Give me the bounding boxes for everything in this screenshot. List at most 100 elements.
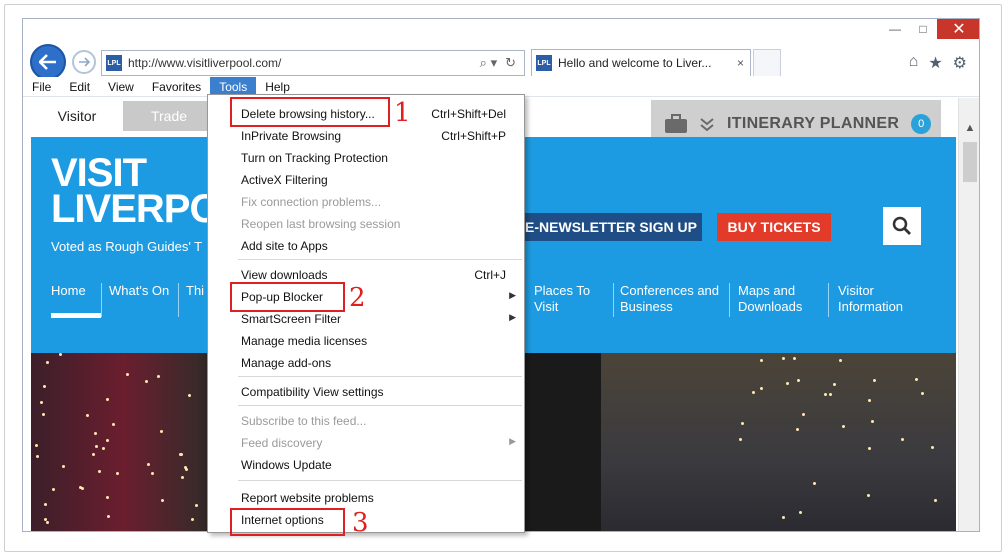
menu-subscribe-feed: Subscribe to this feed... [208, 410, 524, 432]
menu-tracking-protection[interactable]: Turn on Tracking Protection [208, 147, 524, 169]
light-dot [86, 413, 90, 417]
forward-button[interactable] [72, 50, 96, 74]
menu-separator [238, 405, 522, 406]
light-dot [34, 444, 38, 448]
site-logo[interactable]: VISIT LIVERPO [51, 153, 221, 229]
light-dot [95, 444, 99, 448]
light-dot [185, 468, 189, 472]
nav-maps[interactable]: Maps and Downloads [738, 283, 802, 315]
nav-active-indicator [51, 313, 101, 318]
nav-places-line2: Visit [534, 299, 559, 314]
nav-divider [101, 283, 102, 317]
light-dot [868, 398, 871, 402]
gear-icon[interactable]: ⚙ [953, 53, 967, 73]
callout-number-3: 3 [352, 508, 369, 538]
menu-item-label: Windows Update [241, 458, 332, 472]
menu-reopen-session: Reopen last browsing session [208, 213, 524, 235]
browser-tab[interactable]: LPL Hello and welcome to Liver... × [531, 49, 751, 76]
itinerary-label: ITINERARY PLANNER [727, 114, 900, 132]
menu-windows-update[interactable]: Windows Update [208, 454, 524, 476]
menu-fix-connection: Fix connection problems... [208, 191, 524, 213]
chrome-icons: ⌂ ★ ⚙ [909, 53, 967, 73]
minimize-button[interactable]: — [881, 19, 909, 39]
light-dot [106, 439, 110, 443]
tab-close-icon[interactable]: × [737, 56, 744, 70]
light-dot [115, 472, 119, 476]
address-bar[interactable]: LPL http://www.visitliverpool.com/ ⌕ ▾ ↻ [101, 50, 525, 76]
light-dot [871, 419, 875, 423]
light-dot [105, 397, 109, 401]
light-dot [106, 515, 110, 519]
callout-box-3 [230, 508, 345, 536]
light-dot [97, 469, 101, 473]
tab-trade[interactable]: Trade [123, 101, 215, 131]
menu-favorites[interactable]: Favorites [143, 77, 210, 97]
light-dot [39, 400, 43, 404]
search-dropdown-icon[interactable]: ⌕ ▾ [480, 55, 497, 71]
browser-titlebar: — □ ✕ LPL http://www.visitliverpool.com/… [23, 19, 979, 80]
light-dot [190, 517, 194, 521]
nav-places-to-visit[interactable]: Places To Visit [534, 283, 590, 315]
light-dot [126, 372, 130, 376]
nav-maps-line2: Downloads [738, 299, 803, 314]
submenu-arrow-icon: ▶ [509, 436, 516, 446]
light-dot [58, 353, 62, 357]
menu-item-shortcut: Ctrl+Shift+P [441, 129, 506, 143]
tab-visitor[interactable]: Visitor [31, 101, 123, 131]
page-scrollbar[interactable]: ▲ [958, 98, 979, 531]
refresh-icon[interactable]: ↻ [505, 55, 516, 71]
menu-edit[interactable]: Edit [60, 77, 99, 97]
nav-conf-line1: Conferences and [620, 283, 720, 298]
light-dot [195, 503, 199, 507]
nav-things[interactable]: Thi [186, 283, 204, 299]
light-dot [62, 464, 66, 468]
light-dot [44, 502, 48, 506]
tab-title: Hello and welcome to Liver... [558, 56, 712, 70]
menu-activex-filtering[interactable]: ActiveX Filtering [208, 169, 524, 191]
back-button[interactable] [30, 44, 66, 80]
favorites-star-icon[interactable]: ★ [928, 53, 942, 73]
menu-report-website-problems[interactable]: Report website problems [208, 487, 524, 509]
menu-separator [238, 259, 522, 260]
maximize-button[interactable]: □ [909, 19, 937, 39]
newsletter-signup-button[interactable]: E-NEWSLETTER SIGN UP [520, 213, 702, 241]
submenu-arrow-icon: ▶ [509, 290, 516, 300]
search-icon [892, 216, 911, 235]
light-dot [181, 475, 184, 479]
itinerary-count-badge: 0 [911, 113, 932, 134]
site-search-button[interactable] [883, 207, 921, 245]
menu-add-site-to-apps[interactable]: Add site to Apps [208, 235, 524, 257]
tools-menu: Delete browsing history... Ctrl+Shift+De… [207, 94, 525, 533]
menu-inprivate-browsing[interactable]: InPrivate Browsing Ctrl+Shift+P [208, 125, 524, 147]
nav-whats-on[interactable]: What's On [109, 283, 169, 299]
menu-feed-discovery: Feed discovery ▶ [208, 432, 524, 454]
menu-manage-media-licenses[interactable]: Manage media licenses [208, 330, 524, 352]
menu-item-label: Reopen last browsing session [241, 217, 401, 231]
url-input[interactable]: http://www.visitliverpool.com/ [128, 56, 480, 70]
menu-file[interactable]: File [23, 77, 60, 97]
home-icon[interactable]: ⌂ [909, 53, 919, 73]
menu-compatibility-view[interactable]: Compatibility View settings [208, 381, 524, 403]
buy-tickets-button[interactable]: BUY TICKETS [717, 213, 831, 241]
nav-visitor-line1: Visitor [838, 283, 874, 298]
light-dot [52, 487, 56, 491]
menu-item-label: Turn on Tracking Protection [241, 151, 388, 165]
nav-conf-line2: Business [620, 299, 673, 314]
nav-visitor-info[interactable]: Visitor Information [838, 283, 903, 315]
scroll-thumb[interactable] [963, 142, 977, 182]
nav-conferences[interactable]: Conferences and Business [620, 283, 719, 315]
menu-view[interactable]: View [99, 77, 143, 97]
close-window-button[interactable]: ✕ [937, 19, 979, 39]
nav-home[interactable]: Home [51, 283, 86, 299]
submenu-arrow-icon: ▶ [509, 312, 516, 322]
menu-item-shortcut: Ctrl+J [474, 268, 506, 282]
light-dot [740, 421, 744, 425]
scroll-up-icon[interactable]: ▲ [959, 120, 979, 136]
light-dot [801, 412, 805, 416]
new-tab-button[interactable] [753, 49, 781, 76]
light-dot [785, 381, 789, 385]
menu-manage-addons[interactable]: Manage add-ons [208, 352, 524, 374]
menu-item-label: Feed discovery [241, 436, 323, 450]
nav-divider [613, 283, 614, 317]
light-dot [914, 377, 918, 381]
